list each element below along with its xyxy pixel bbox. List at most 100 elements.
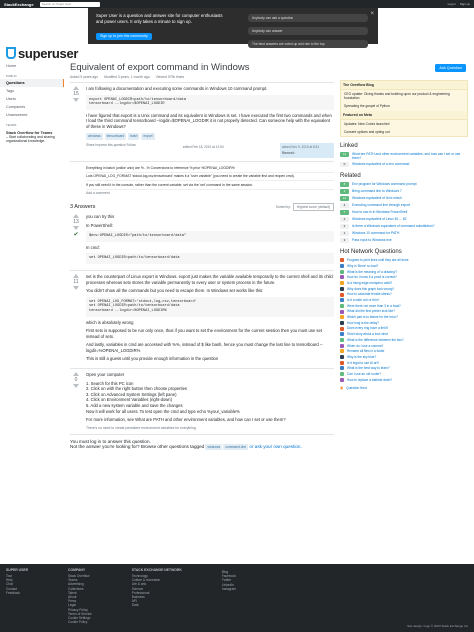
hot-network-text: Rename all files in a folder [347,349,385,354]
answer-vote: 11 [70,273,82,365]
upvote-icon[interactable] [73,372,79,377]
upvote-icon[interactable] [73,213,79,218]
related-text: Bring command line to Windows 7 [352,189,402,194]
hot-network-item[interactable]: Is it a wide coil or thin? [340,298,468,303]
hot-network-item[interactable]: When do I use a comma? [340,344,468,348]
answer-score: 11 [73,278,79,285]
tag-windows[interactable]: windows [86,132,103,141]
nav-tags[interactable]: Tags [0,87,64,95]
stackexchange-logo[interactable]: StackExchange [4,2,34,7]
hot-network-text: Were there not more than 3 in a boat? [347,303,401,308]
footer-link[interactable]: Cookie Policy [68,620,92,624]
related-item[interactable]: 12 Windows equivalent of Unix which [340,196,468,202]
hot-network-item[interactable]: Why is 'Bene' so bad? [340,264,468,269]
hot-network-item[interactable]: Why does this graph look wrong? [340,287,468,291]
site-icon [340,377,344,382]
answer-p6: This is still a guess until you provide … [86,356,219,362]
downvote-icon[interactable] [73,98,79,102]
hot-network-item[interactable]: Can I use an old router? [340,372,468,377]
hot-network-item[interactable]: Is it legal to use AI art? [340,361,468,365]
question-feed-link[interactable]: ▣ Question feed [340,386,468,390]
question-post: 15 I am following a documentation and ex… [70,86,334,161]
related-item[interactable]: 1 Windows 10 command for PATH [340,231,468,237]
tag-bash[interactable]: bash [128,132,140,141]
answer-body: you can try this In PowerShell: $env:OPE… [86,214,334,267]
nav-companies[interactable]: Companies [0,103,64,111]
tag-windows[interactable]: windows [205,444,223,451]
meta-item[interactable]: Consent options and opting out [341,128,467,136]
answer-p4: First setx is supposed to be run only on… [86,328,323,339]
hot-network-item[interactable]: What is the difference between the two? [340,338,468,343]
linked-item[interactable]: 0 Windows equivalent of a env command [340,162,468,168]
blog-title: The Overflow Blog [341,81,467,90]
related-item[interactable]: 2 Is there a Windows equivalent of comman… [340,224,468,230]
ask-question-button[interactable]: Ask Question [435,64,466,72]
upvote-icon[interactable] [73,86,79,90]
question-title[interactable]: Equivalent of export command in Windows [70,62,334,73]
site-brand[interactable]: superuser [0,44,474,62]
hot-network-item[interactable]: How to calculate tensile stress? [340,292,468,297]
answer-p1: Open your computer [86,372,125,378]
hot-network-item[interactable]: How do I know if a proof is correct? [340,275,468,280]
question-tags: windows tensorboard bash export [86,132,334,141]
login-link[interactable]: Log in [448,2,456,6]
search-input[interactable]: Search on Super User [39,1,100,7]
tag-tensorboard[interactable]: tensorboard [104,132,127,141]
hot-network-item[interactable]: What is the meaning of 'a drawing'? [340,270,468,274]
blog-item[interactable]: Spreading the gospel of Python [341,102,467,110]
hot-network-item[interactable]: What is the best way to learn? [340,366,468,371]
question-vote: 15 [70,86,82,161]
site-icon [340,258,344,263]
hot-network-text: When do I use a comma? [347,343,384,348]
hot-network-text: Program to print lines until they are al… [347,258,409,263]
signup-link[interactable]: Sign up [460,2,470,6]
asker-name[interactable]: Ramesh [282,151,294,155]
signup-banner: Super User is a question and answer site… [88,8,378,48]
meta-item[interactable]: Updates: New Colors launched [341,120,467,128]
hot-network-item[interactable]: How long is the delay? [340,321,468,325]
hot-network-item[interactable]: How to replace a bathtub drain? [340,378,468,382]
downvote-icon[interactable] [73,225,79,230]
related-item[interactable]: 3 Pass input to Windows exe [340,238,468,244]
share-links[interactable]: Share Improve this question Follow [86,143,136,158]
hot-network-item[interactable]: Short story about a lost robot [340,332,468,337]
related-item[interactable]: 4 Windows equivalent of Linux $1 ... $2 [340,217,468,223]
nav-users[interactable]: Users [0,95,64,103]
close-icon[interactable]: × [370,11,374,17]
hot-network-item[interactable]: Were there not more than 3 in a boat? [340,304,468,308]
downvote-icon[interactable] [73,384,79,389]
linked-item[interactable]: 11 What are PATH and other environment va… [340,152,468,160]
nav-home[interactable]: Home [0,62,64,70]
hot-network-text: Does every ring have a field? [347,326,389,331]
add-comment-link[interactable]: Add a comment [86,190,334,197]
hot-network-item[interactable]: What did the first printer look like? [340,309,468,314]
tag-command-line[interactable]: command-line [223,444,249,451]
hot-network-item[interactable]: Rename all files in a folder [340,349,468,354]
hot-network-item[interactable]: Why is the sky blue? [340,355,468,360]
downvote-icon[interactable] [73,285,79,290]
upvote-icon[interactable] [73,273,79,278]
hot-network-item[interactable]: Does every ring have a field? [340,326,468,331]
related-item[interactable]: 1 Bring command line to Windows 7 [340,189,468,195]
ask-own-link[interactable]: or ask your own question. [249,444,301,449]
related-text: Executing command line through export [352,203,411,208]
nav-questions[interactable]: Questions [0,79,64,87]
related-item[interactable]: 8 Env program for Windows command prompt [340,182,468,188]
hot-network-item[interactable]: Is a rising edge metaphor valid? [340,281,468,286]
signup-button[interactable]: Sign up to join this community [96,32,152,40]
footer-link[interactable]: Feedback [6,591,28,595]
teams-promo[interactable]: Stack Overflow for Teams – Start collabo… [0,128,64,146]
footer-link[interactable]: Instagram [222,587,236,591]
related-item[interactable]: 4 Executing command line through export [340,203,468,209]
blog-item[interactable]: CEO update: Giving thanks and building u… [341,90,467,102]
related-item[interactable]: 7 How to use ls in Windows PowerShell [340,210,468,216]
answers-header: 3 Answers Sorted by: Highest score (defa… [70,202,334,211]
hot-network-item[interactable]: Program to print lines until they are al… [340,258,468,263]
footer-link[interactable]: Data [132,603,182,607]
tag-export[interactable]: export [141,132,155,141]
hot-network-item[interactable]: Which part is to blame for the error? [340,315,468,320]
linked-text: Windows equivalent of a env command [352,162,410,167]
sort-select[interactable]: Highest score (default) [292,202,334,211]
nav-unanswered[interactable]: Unanswered [0,111,64,119]
question-footer: Share Improve this question Follow edite… [86,143,334,159]
